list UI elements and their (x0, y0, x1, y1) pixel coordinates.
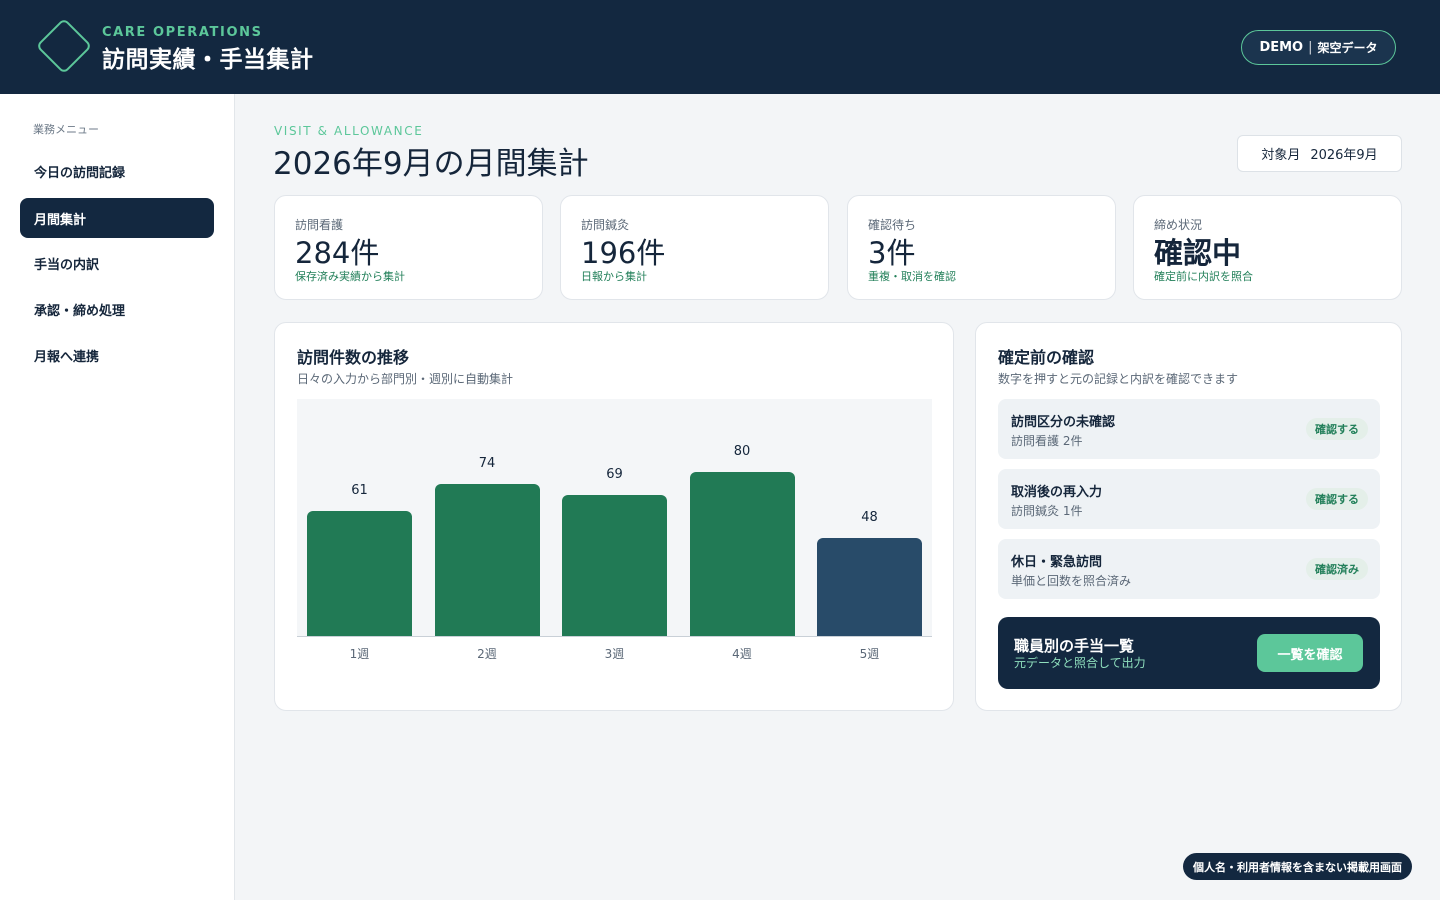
stat-value: 3件 (868, 236, 916, 270)
sidebar-item-monthly-report-link[interactable]: 月報へ連携 (20, 335, 214, 375)
bar-value-label: 74 (478, 456, 496, 472)
app-title: 訪問実績・手当集計 (102, 47, 314, 73)
chart-bar[interactable] (689, 472, 795, 636)
top-bar: CARE OPERATIONS 訪問実績・手当集計 DEMO | 架空データ (0, 0, 1440, 94)
chart-bar[interactable] (434, 484, 540, 636)
stat-note: 保存済み実績から集計 (295, 270, 405, 283)
sidebar-item-monthly-summary[interactable]: 月間集計 (20, 198, 214, 238)
sidebar-item-today-visits[interactable]: 今日の訪問記録 (20, 151, 214, 191)
sidebar-item-allowance-breakdown[interactable]: 手当の内訳 (20, 243, 214, 283)
stat-value: 確認中 (1154, 236, 1242, 270)
visit-trend-chart: 61 1週 74 2週 69 3週 80 4週 48 5週 (297, 399, 932, 661)
demo-badge-separator: | (1308, 40, 1313, 55)
confirmed-badge[interactable]: 確認済み (1306, 558, 1368, 580)
stat-card-home-nursing[interactable]: 訪問看護 284件 保存済み実績から集計 (274, 195, 543, 300)
x-tick-label: 5週 (859, 647, 880, 661)
visit-trend-panel: 訪問件数の推移 日々の入力から部門別・週別に自動集計 61 1週 74 2週 69 3週 8… (274, 322, 954, 711)
chart-bar[interactable] (307, 510, 412, 636)
privacy-notice-badge: 個人名・利用者情報を含まない掲載用画面 (1183, 853, 1412, 880)
cta-subtitle: 元データと照合して出力 (1014, 656, 1146, 670)
check-item-visit-category[interactable]: 訪問区分の未確認 訪問看護 2件 確認する (998, 399, 1380, 459)
target-month-selector[interactable]: 対象月 2026年9月 (1237, 135, 1402, 172)
sidebar-title: 業務メニュー (33, 123, 99, 136)
chart-panel-subtitle: 日々の入力から部門別・週別に自動集計 (297, 372, 514, 386)
demo-badge-label: DEMO (1259, 40, 1304, 55)
view-list-button[interactable]: 一覧を確認 (1257, 634, 1363, 672)
pre-close-check-panel: 確定前の確認 数字を押すと元の記録と内訳を確認できます 訪問区分の未確認 訪問看… (975, 322, 1402, 711)
page-eyebrow: VISIT & ALLOWANCE (274, 124, 424, 138)
stat-card-pending-check[interactable]: 確認待ち 3件 重複・取消を確認 (847, 195, 1116, 300)
stat-label: 確認待ち (868, 218, 917, 232)
stat-card-acupuncture[interactable]: 訪問鍼灸 196件 日報から集計 (560, 195, 829, 300)
target-month-value: 2026年9月 (1310, 148, 1378, 163)
diamond-logo-icon (35, 17, 93, 75)
stat-note: 日報から集計 (581, 270, 647, 283)
page-title: 2026年9月の月間集計 (273, 146, 589, 182)
stat-value: 196件 (581, 236, 666, 270)
stat-label: 訪問看護 (295, 218, 344, 232)
stat-card-closing-status[interactable]: 締め状況 確認中 確定前に内訳を照合 (1133, 195, 1402, 300)
check-item-reentry[interactable]: 取消後の再入力 訪問鍼灸 1件 確認する (998, 469, 1380, 529)
sidebar-item-approval-closing[interactable]: 承認・締め処理 (20, 289, 214, 329)
chart-bar[interactable] (562, 494, 667, 636)
brand-subtitle: CARE OPERATIONS (102, 25, 263, 40)
confirm-button[interactable]: 確認する (1306, 418, 1368, 440)
stat-note: 重複・取消を確認 (868, 270, 956, 283)
x-tick-label: 2週 (477, 647, 497, 661)
chart-panel-title: 訪問件数の推移 (297, 348, 410, 367)
check-item-holiday-emergency[interactable]: 休日・緊急訪問 単価と回数を照合済み 確認済み (998, 539, 1380, 599)
target-month-label: 対象月 (1261, 148, 1301, 163)
x-tick-label: 1週 (349, 647, 370, 661)
bar-value-label: 61 (351, 482, 368, 498)
stat-note: 確定前に内訳を照合 (1154, 270, 1253, 283)
stat-label: 訪問鍼灸 (581, 218, 630, 232)
confirm-button[interactable]: 確認する (1306, 488, 1368, 510)
bar-value-label: 69 (606, 466, 623, 482)
stat-value: 284件 (295, 236, 380, 270)
demo-badge-note: 架空データ (1317, 41, 1378, 55)
chart-bar[interactable] (817, 537, 922, 636)
check-panel-title: 確定前の確認 (998, 348, 1095, 367)
bar-value-label: 80 (733, 444, 751, 459)
chart-baseline (297, 636, 932, 637)
demo-badge: DEMO | 架空データ (1241, 30, 1396, 65)
staff-allowance-cta: 職員別の手当一覧 元データと照合して出力 一覧を確認 (998, 617, 1380, 689)
stat-label: 締め状況 (1154, 218, 1203, 232)
bar-value-label: 48 (861, 509, 878, 525)
x-tick-label: 3週 (604, 647, 625, 661)
x-tick-label: 4週 (732, 647, 752, 661)
check-panel-subtitle: 数字を押すと元の記録と内訳を確認できます (998, 372, 1239, 386)
cta-title: 職員別の手当一覧 (1014, 637, 1135, 655)
sidebar: 業務メニュー 今日の訪問記録 月間集計 手当の内訳 承認・締め処理 月報へ連携 (0, 94, 235, 900)
